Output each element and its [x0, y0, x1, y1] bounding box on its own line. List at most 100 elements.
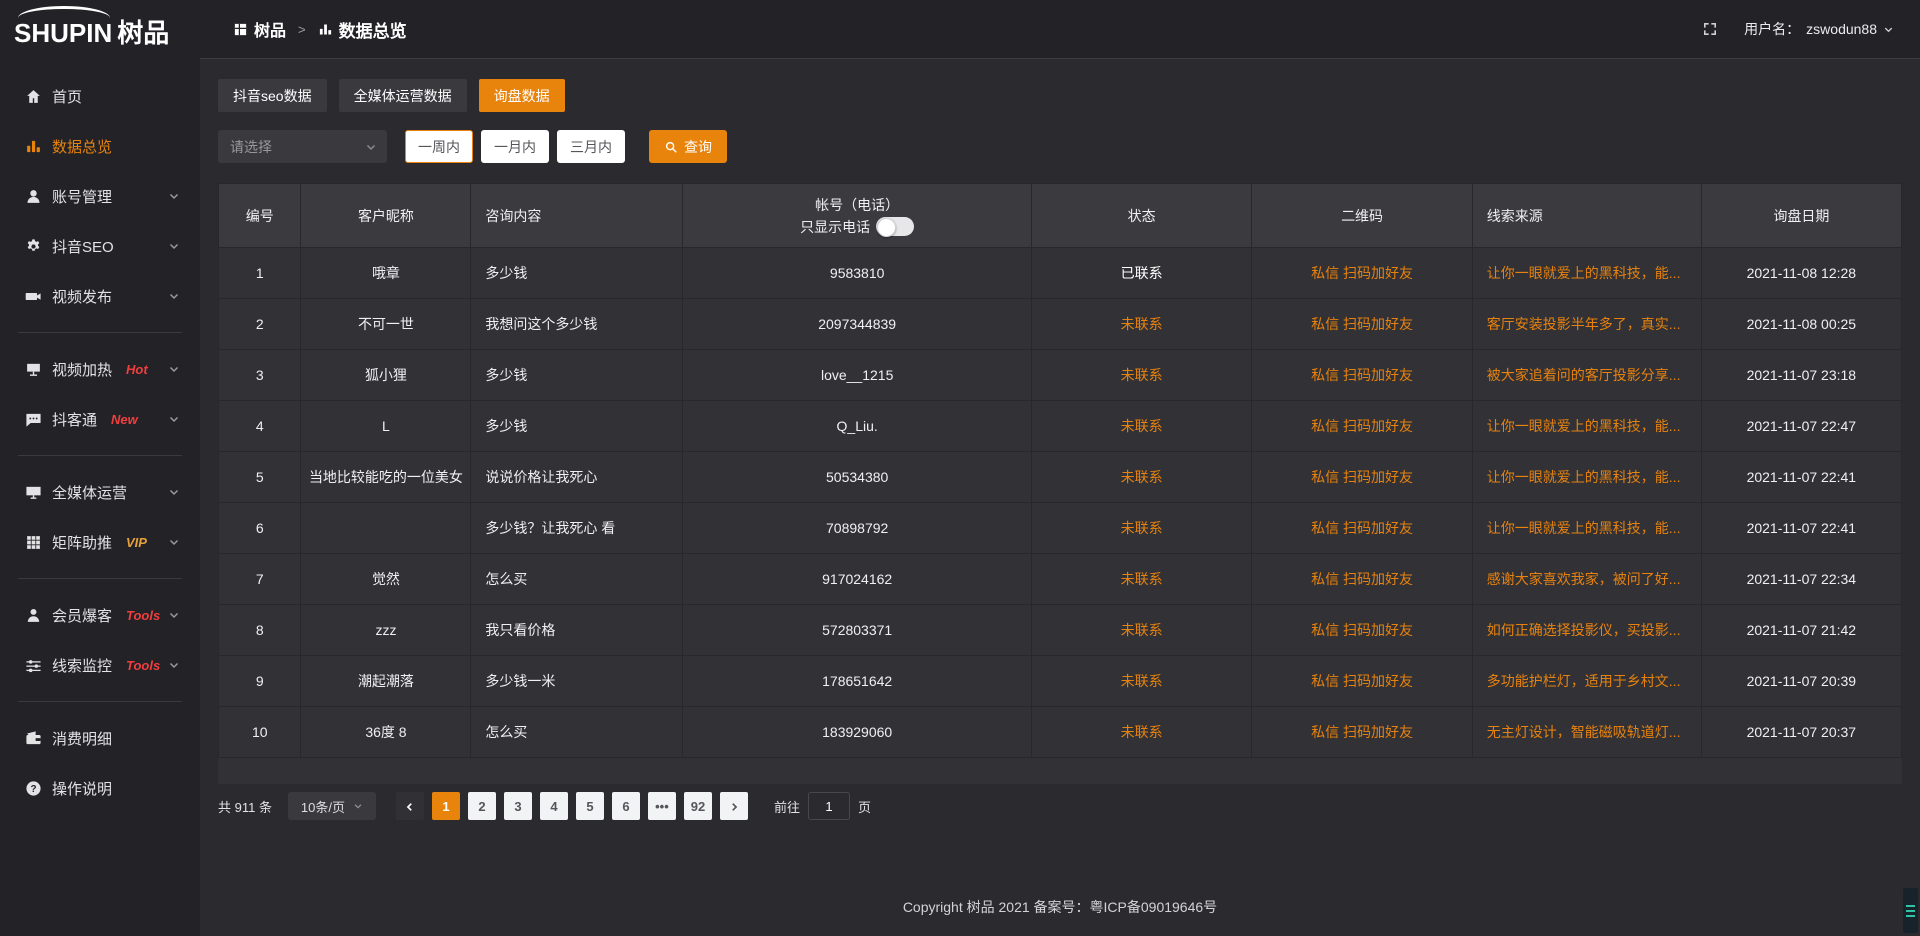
page-button-3[interactable]: 3	[504, 792, 532, 820]
sidebar-item-data-overview[interactable]: 数据总览	[0, 122, 200, 170]
sidebar-item-lead-monitor[interactable]: 线索监控 Tools	[0, 641, 200, 689]
cell-source-link[interactable]: 多功能护栏灯，适用于乡村文...	[1472, 656, 1701, 707]
next-page-button[interactable]	[720, 792, 748, 820]
cell-source-link[interactable]: 让你一眼就爱上的黑科技，能...	[1472, 503, 1701, 554]
cell-source-link[interactable]: 无主灯设计，智能磁吸轨道灯...	[1472, 707, 1701, 758]
user-menu[interactable]: 用户名：zswodun88	[1744, 19, 1894, 39]
chevron-down-icon	[168, 413, 180, 425]
goto-unit: 页	[858, 797, 871, 816]
page-button-2[interactable]: 2	[468, 792, 496, 820]
cell-date: 2021-11-08 00:25	[1701, 299, 1901, 350]
cell-account: 9583810	[683, 248, 1031, 299]
cell-source-link[interactable]: 让你一眼就爱上的黑科技，能...	[1472, 401, 1701, 452]
sidebar-item-label: 账号管理	[52, 186, 112, 207]
tab-inquiry-data[interactable]: 询盘数据	[479, 79, 565, 112]
cell-content: 我只看价格	[471, 605, 683, 656]
logo-text-cn: 树品	[117, 18, 169, 48]
filter-bar: 请选择 一周内 一月内 三月内 查询	[218, 130, 1902, 163]
tab-omni-media-data[interactable]: 全媒体运营数据	[339, 79, 467, 112]
chevron-down-icon	[168, 363, 180, 375]
sidebar-item-instructions[interactable]: ? 操作说明	[0, 764, 200, 812]
page-button-4[interactable]: 4	[540, 792, 568, 820]
tab-douyin-seo-data[interactable]: 抖音seo数据	[218, 79, 327, 112]
cell-source-link[interactable]: 让你一眼就爱上的黑科技，能...	[1472, 452, 1701, 503]
cell-account: 572803371	[683, 605, 1031, 656]
prev-page-button[interactable]	[396, 792, 424, 820]
cell-source-link[interactable]: 感谢大家喜欢我家，被问了好...	[1472, 554, 1701, 605]
range-quarter-button[interactable]: 三月内	[557, 130, 625, 163]
sidebar-item-label: 首页	[52, 86, 82, 107]
breadcrumb-root[interactable]: 树品	[233, 17, 286, 41]
cell-nickname: 当地比较能吃的一位美女	[301, 452, 471, 503]
cell-status: 已联系	[1031, 248, 1251, 299]
page-ellipsis-button[interactable]: •••	[648, 792, 676, 820]
sidebar-item-omni-media[interactable]: 全媒体运营	[0, 468, 200, 516]
cell-account: 70898792	[683, 503, 1031, 554]
cell-qrcode-links[interactable]: 私信 扫码加好友	[1252, 248, 1472, 299]
sidebar-item-label: 抖客通	[52, 409, 97, 430]
page-size-select[interactable]: 10条/页	[288, 792, 376, 820]
cell-qrcode-links[interactable]: 私信 扫码加好友	[1252, 299, 1472, 350]
range-week-button[interactable]: 一周内	[405, 130, 473, 163]
question-circle-icon: ?	[25, 780, 42, 797]
header-no: 编号	[219, 184, 301, 248]
cell-no: 4	[219, 401, 301, 452]
sidebar-item-label: 消费明细	[52, 728, 112, 749]
cell-status: 未联系	[1031, 350, 1251, 401]
cell-date: 2021-11-07 20:39	[1701, 656, 1901, 707]
monitor-icon	[25, 484, 42, 501]
phone-only-toggle[interactable]	[876, 217, 914, 236]
cell-account: Q_Liu.	[683, 401, 1031, 452]
cell-qrcode-links[interactable]: 私信 扫码加好友	[1252, 554, 1472, 605]
cell-qrcode-links[interactable]: 私信 扫码加好友	[1252, 656, 1472, 707]
sidebar-item-label: 会员爆客	[52, 605, 112, 626]
cell-nickname: zzz	[301, 605, 471, 656]
cell-qrcode-links[interactable]: 私信 扫码加好友	[1252, 605, 1472, 656]
breadcrumb-current[interactable]: 数据总览	[318, 17, 407, 42]
cell-qrcode-links[interactable]: 私信 扫码加好友	[1252, 707, 1472, 758]
sidebar-item-video-publish[interactable]: 视频发布	[0, 272, 200, 320]
sidebar-item-matrix-boost[interactable]: 矩阵助推 VIP	[0, 518, 200, 566]
account-select[interactable]: 请选择	[218, 130, 387, 163]
floating-widget[interactable]	[1903, 888, 1918, 933]
table-row: 3狐小狸多少钱love__1215未联系私信 扫码加好友被大家追着问的客厅投影分…	[219, 350, 1902, 401]
cell-date: 2021-11-07 22:41	[1701, 452, 1901, 503]
sidebar-divider	[18, 455, 182, 456]
sidebar-item-video-heat[interactable]: 视频加热 Hot	[0, 345, 200, 393]
table-row: 1036度 8怎么买183929060未联系私信 扫码加好友无主灯设计，智能磁吸…	[219, 707, 1902, 758]
cell-qrcode-links[interactable]: 私信 扫码加好友	[1252, 401, 1472, 452]
screen-icon	[25, 361, 42, 378]
cell-source-link[interactable]: 客厅安装投影半年多了，真实...	[1472, 299, 1701, 350]
table-row: 5当地比较能吃的一位美女说说价格让我死心50534380未联系私信 扫码加好友让…	[219, 452, 1902, 503]
sidebar-item-member-burst[interactable]: 会员爆客 Tools	[0, 591, 200, 639]
member-icon	[25, 607, 42, 624]
page-button-1[interactable]: 1	[432, 792, 460, 820]
cell-qrcode-links[interactable]: 私信 扫码加好友	[1252, 503, 1472, 554]
sidebar-item-spend-detail[interactable]: 消费明细	[0, 714, 200, 762]
cell-nickname: 潮起潮落	[301, 656, 471, 707]
cell-nickname: L	[301, 401, 471, 452]
search-button[interactable]: 查询	[649, 130, 727, 163]
sidebar-item-douketong[interactable]: 抖客通 New	[0, 395, 200, 443]
cell-source-link[interactable]: 被大家追着问的客厅投影分享...	[1472, 350, 1701, 401]
sidebar-item-label: 视频加热	[52, 359, 112, 380]
page-button-92[interactable]: 92	[684, 792, 712, 820]
cell-source-link[interactable]: 让你一眼就爱上的黑科技，能...	[1472, 248, 1701, 299]
vip-badge: VIP	[126, 535, 147, 550]
page-button-5[interactable]: 5	[576, 792, 604, 820]
sidebar-item-home[interactable]: 首页	[0, 72, 200, 120]
range-month-button[interactable]: 一月内	[481, 130, 549, 163]
sidebar-item-account-mgmt[interactable]: 账号管理	[0, 172, 200, 220]
cell-nickname: 狐小狸	[301, 350, 471, 401]
fullscreen-icon[interactable]	[1702, 21, 1718, 37]
pagination: 共 911 条 10条/页 123456•••92 前往 页	[218, 792, 1902, 820]
page-button-6[interactable]: 6	[612, 792, 640, 820]
cell-source-link[interactable]: 如何正确选择投影仪，买投影...	[1472, 605, 1701, 656]
sidebar-item-douyin-seo[interactable]: 抖音SEO	[0, 222, 200, 270]
cell-date: 2021-11-07 23:18	[1701, 350, 1901, 401]
goto-page-input[interactable]	[808, 792, 850, 820]
cell-qrcode-links[interactable]: 私信 扫码加好友	[1252, 350, 1472, 401]
cell-qrcode-links[interactable]: 私信 扫码加好友	[1252, 452, 1472, 503]
sliders-icon	[25, 657, 42, 674]
cell-status: 未联系	[1031, 452, 1251, 503]
